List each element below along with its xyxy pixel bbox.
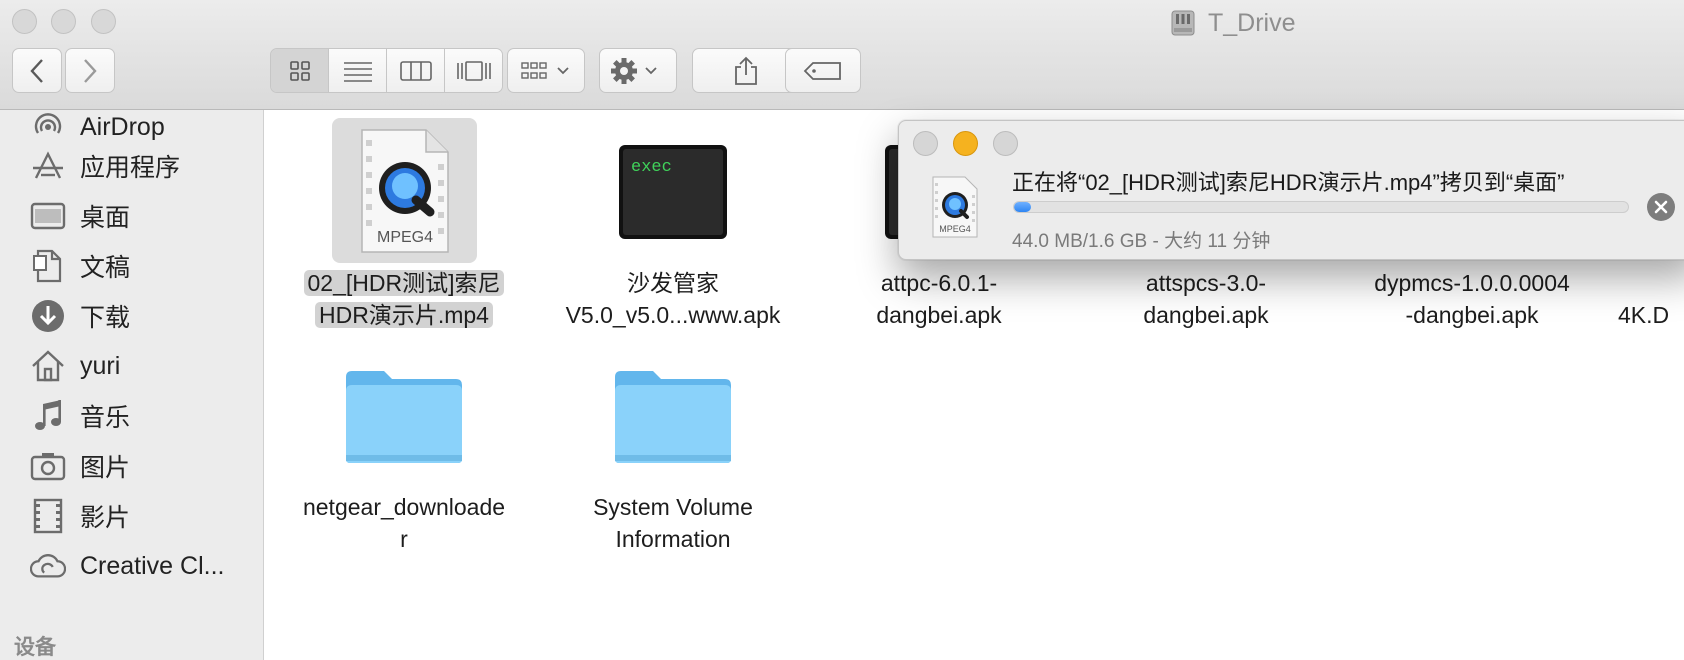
file-name: attspcs-3.0- dangbei.apk <box>1143 270 1269 328</box>
sidebar-item-label: 桌面 <box>80 204 131 232</box>
sidebar-item-home[interactable]: yuri <box>30 341 120 391</box>
applications-icon <box>30 148 66 184</box>
share-icon <box>734 56 757 85</box>
sidebar-item-applications[interactable]: 应用程序 <box>30 141 180 191</box>
home-icon <box>30 348 66 384</box>
share-button[interactable] <box>692 48 799 93</box>
zoom-window-button[interactable] <box>993 131 1018 156</box>
copy-progress-bar <box>1013 201 1629 213</box>
window-toolbar: T_Drive <box>0 0 1684 110</box>
sidebar-item-label: 影片 <box>80 504 131 532</box>
file-name: dypmcs-1.0.0.0004 -dangbei.apk <box>1374 270 1570 328</box>
sidebar-item-label: AirDrop <box>80 112 165 141</box>
sidebar-item-label: 应用程序 <box>80 154 181 182</box>
desktop-icon <box>30 198 66 234</box>
gear-icon <box>611 57 657 84</box>
zoom-window-button[interactable] <box>91 9 116 34</box>
airdrop-icon <box>30 110 66 145</box>
sidebar-item-label: Creative Cl... <box>80 551 225 580</box>
executable-icon: exec <box>619 144 727 239</box>
icon-view-button[interactable] <box>271 49 329 92</box>
folder-name: System Volume Information <box>593 494 753 552</box>
sidebar-section-devices: 设备 <box>14 636 56 659</box>
window-title: T_Drive <box>1170 6 1296 40</box>
movies-icon <box>30 498 66 534</box>
quicktime-movie-icon: MPEG4 <box>932 176 978 238</box>
sidebar-item-label: yuri <box>80 351 121 380</box>
tag-icon <box>803 61 841 80</box>
sidebar-item-label: 下载 <box>80 304 131 332</box>
sidebar-item-movies[interactable]: 影片 <box>30 491 130 541</box>
svg-text:MPEG4: MPEG4 <box>939 224 971 234</box>
minimize-window-button[interactable] <box>953 131 978 156</box>
stop-copy-button[interactable] <box>1647 193 1675 221</box>
view-mode-control <box>270 48 503 93</box>
column-view-button[interactable] <box>387 49 445 92</box>
folder-thumbnail <box>601 342 746 487</box>
forward-button[interactable] <box>65 48 115 93</box>
arrange-button[interactable] <box>507 48 585 93</box>
grid-arrange-icon <box>521 61 569 79</box>
window-title-text: T_Drive <box>1208 8 1296 37</box>
drive-icon <box>1171 10 1195 36</box>
close-window-button[interactable] <box>913 131 938 156</box>
file-item[interactable]: exec 沙发管家 V5.0_v5.0...www.apk <box>553 118 793 331</box>
action-button[interactable] <box>599 48 677 93</box>
sidebar-item-documents[interactable]: 文稿 <box>30 241 130 291</box>
minimize-window-button[interactable] <box>51 9 76 34</box>
copy-progress-status: 44.0 MB/1.6 GB - 大约 11 分钟 <box>1012 231 1271 252</box>
sidebar-item-desktop[interactable]: 桌面 <box>30 191 130 241</box>
folder-icon <box>346 370 462 463</box>
icon-view-icon <box>289 60 310 81</box>
folder-thumbnail <box>332 342 477 487</box>
sidebar: AirDrop 应用程序 桌面 文稿 下载 yuri 音乐 图片 影片 Crea… <box>0 110 264 660</box>
file-name: 4K.D <box>1618 302 1670 328</box>
copy-progress-title: 正在将“02_[HDR测试]索尼HDR演示片.mp4”拷贝到“桌面” <box>1012 170 1565 195</box>
svg-text:exec: exec <box>631 158 672 177</box>
sidebar-item-label: 音乐 <box>80 404 131 432</box>
sidebar-item-pictures[interactable]: 图片 <box>30 441 130 491</box>
list-view-button[interactable] <box>329 49 387 92</box>
folder-icon <box>615 370 731 463</box>
close-window-button[interactable] <box>12 9 37 34</box>
close-circle-icon <box>1654 200 1668 214</box>
quicktime-movie-icon: MPEG4 <box>361 128 449 253</box>
creative-cloud-icon <box>30 548 66 584</box>
sidebar-item-downloads[interactable]: 下载 <box>30 291 130 341</box>
chevron-right-icon <box>84 58 97 83</box>
sidebar-item-creative-cloud[interactable]: Creative Cl... <box>30 541 224 591</box>
back-button[interactable] <box>12 48 62 93</box>
music-icon <box>30 398 66 434</box>
svg-text:MPEG4: MPEG4 <box>377 229 433 246</box>
list-view-icon <box>343 61 372 82</box>
chevron-left-icon <box>30 58 43 83</box>
sidebar-item-label: 图片 <box>80 454 131 482</box>
column-view-icon <box>399 60 432 81</box>
copy-progress-fill <box>1014 202 1031 212</box>
folder-item[interactable]: netgear_downloade r <box>284 342 524 555</box>
sidebar-item-music[interactable]: 音乐 <box>30 391 130 441</box>
file-name: 沙发管家 V5.0_v5.0...www.apk <box>565 270 781 328</box>
file-item[interactable]: MPEG4 02_[HDR测试]索尼 HDR演示片.mp4 <box>284 118 524 331</box>
file-thumbnail: exec <box>601 118 746 263</box>
tags-button[interactable] <box>785 48 861 93</box>
pictures-icon <box>30 448 66 484</box>
documents-icon <box>30 248 66 284</box>
cover-flow-button[interactable] <box>445 49 502 92</box>
sidebar-item-label: 文稿 <box>80 254 131 282</box>
folder-name: netgear_downloade r <box>302 494 506 552</box>
downloads-icon <box>30 298 66 334</box>
folder-item[interactable]: System Volume Information <box>553 342 793 555</box>
file-name: 02_[HDR测试]索尼 HDR演示片.mp4 <box>284 267 524 331</box>
cover-flow-icon <box>456 60 491 81</box>
copy-progress-window: MPEG4 正在将“02_[HDR测试]索尼HDR演示片.mp4”拷贝到“桌面”… <box>898 120 1684 260</box>
file-name: attpc-6.0.1- dangbei.apk <box>876 270 1002 328</box>
file-thumbnail: MPEG4 <box>331 118 477 263</box>
